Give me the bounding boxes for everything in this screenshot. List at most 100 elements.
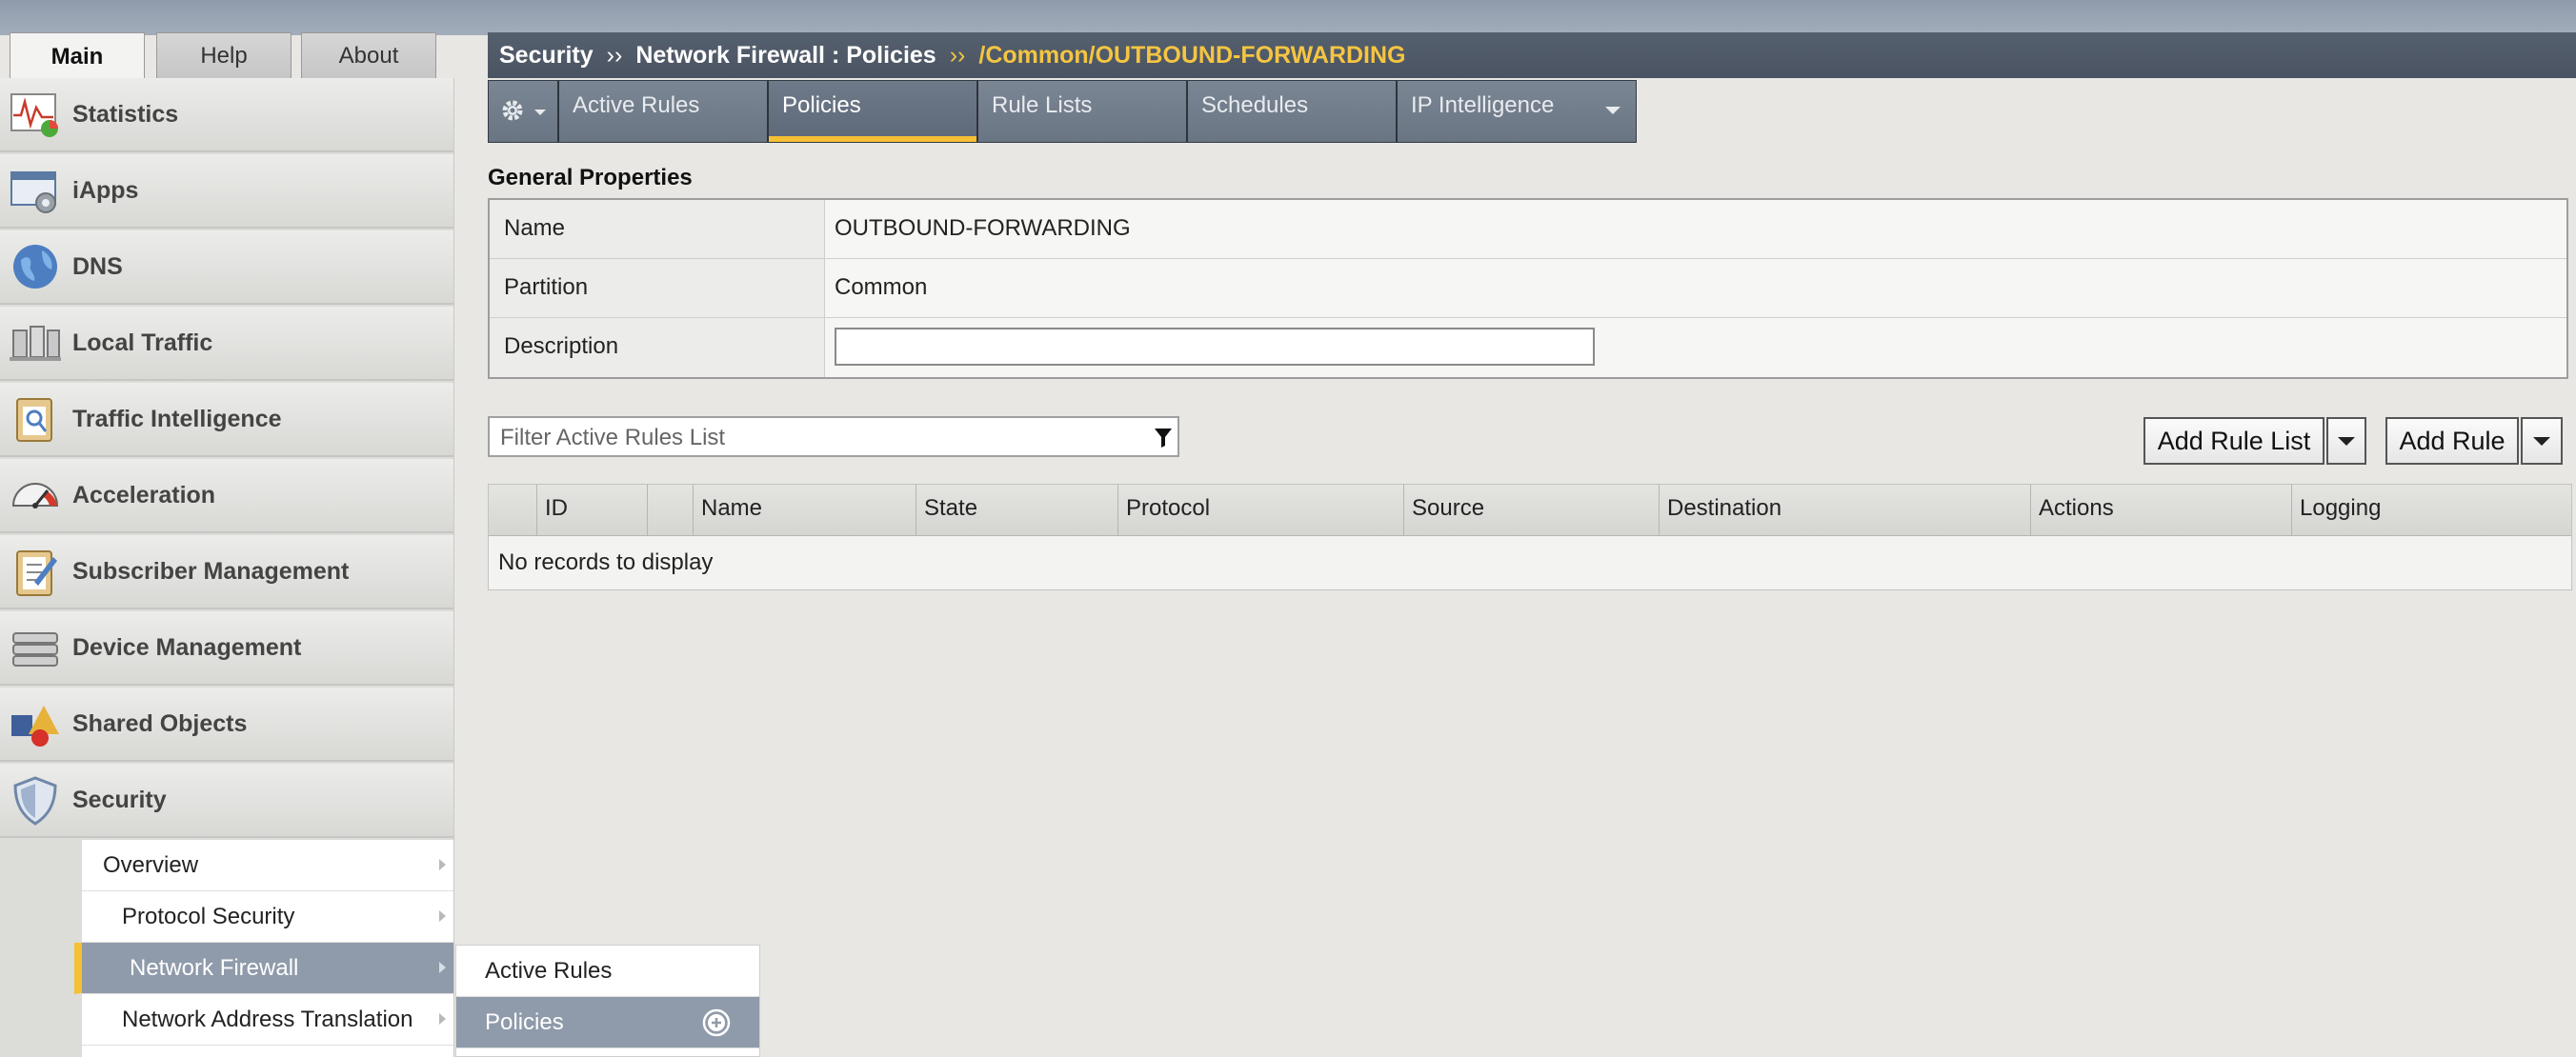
firewall-flyout: Active Rules Policies	[455, 945, 760, 1057]
filter-placeholder: Filter Active Rules List	[500, 425, 726, 450]
tab-about[interactable]: About	[301, 32, 436, 78]
sidebar: Statistics iApps DNS Local Traffic Traff…	[0, 78, 454, 1057]
filter-input[interactable]: Filter Active Rules List	[488, 416, 1179, 457]
breadcrumb-current: /Common/OUTBOUND-FORWARDING	[978, 41, 1406, 69]
sidebar-item-label: Traffic Intelligence	[72, 405, 282, 432]
flyout-policies[interactable]: Policies	[456, 997, 759, 1048]
rules-grid: ID Name State Protocol Source Destinatio…	[488, 484, 2572, 590]
subtab-bar: Active Rules Policies Rule Lists Schedul…	[488, 80, 1637, 143]
sidebar-item-label: Acceleration	[72, 481, 216, 509]
column-state[interactable]: State	[916, 485, 1117, 535]
chevron-down-icon	[1605, 107, 1620, 114]
column-id[interactable]: ID	[536, 485, 647, 535]
column-protocol[interactable]: Protocol	[1117, 485, 1403, 535]
property-row-description: Description	[490, 318, 2566, 377]
general-properties-table: Name OUTBOUND-FORWARDING Partition Commo…	[488, 198, 2568, 379]
sidebar-item-iapps[interactable]: iApps	[0, 154, 453, 229]
description-input[interactable]	[835, 328, 1595, 366]
local-traffic-icon	[8, 315, 63, 370]
property-label: Name	[490, 200, 825, 258]
iapps-icon	[8, 163, 63, 218]
sidebar-item-subscriber-management[interactable]: Subscriber Management	[0, 535, 453, 609]
gear-icon	[500, 98, 525, 130]
breadcrumb-section[interactable]: Security	[499, 42, 594, 70]
sidebar-item-label: iApps	[72, 176, 139, 204]
security-submenu: Overview Protocol Security Network Firew…	[74, 840, 453, 1057]
clipboard-icon	[8, 544, 63, 599]
sidebar-item-statistics[interactable]: Statistics	[0, 78, 453, 152]
column-blank	[647, 485, 693, 535]
submenu-overview[interactable]: Overview	[82, 840, 453, 891]
tab-policies[interactable]: Policies	[769, 81, 978, 142]
property-label: Description	[490, 318, 825, 377]
sidebar-item-traffic-intelligence[interactable]: Traffic Intelligence	[0, 383, 453, 457]
column-destination[interactable]: Destination	[1659, 485, 2030, 535]
chevron-down-icon	[2533, 436, 2550, 446]
chevron-right-icon	[439, 1013, 446, 1025]
column-name[interactable]: Name	[693, 485, 916, 535]
tab-rule-lists[interactable]: Rule Lists	[978, 81, 1188, 142]
speedometer-icon	[8, 468, 63, 523]
chevron-right-icon	[439, 859, 446, 870]
sidebar-item-label: Shared Objects	[72, 709, 248, 737]
property-row-name: Name OUTBOUND-FORWARDING	[490, 200, 2566, 259]
sidebar-item-dns[interactable]: DNS	[0, 230, 453, 305]
submenu-network-firewall[interactable]: Network Firewall	[74, 943, 453, 994]
settings-menu-button[interactable]	[489, 81, 559, 142]
chevron-down-icon	[2338, 436, 2355, 446]
tab-ip-intelligence[interactable]: IP Intelligence	[1398, 81, 1636, 142]
submenu-label: Network Firewall	[130, 954, 299, 981]
breadcrumb: Security ›› Network Firewall : Policies …	[488, 32, 2576, 78]
column-logging[interactable]: Logging	[2291, 485, 2571, 535]
sidebar-item-label: Security	[72, 786, 167, 813]
flyout-label: Active Rules	[485, 957, 613, 984]
column-source[interactable]: Source	[1403, 485, 1659, 535]
sidebar-item-device-management[interactable]: Device Management	[0, 611, 453, 686]
sidebar-item-label: Statistics	[72, 100, 179, 128]
tab-main[interactable]: Main	[10, 32, 145, 80]
device-icon	[8, 620, 63, 675]
column-select[interactable]	[489, 485, 536, 535]
property-value: OUTBOUND-FORWARDING	[835, 215, 1131, 241]
property-value: Common	[835, 274, 928, 300]
add-rule-list-button[interactable]: Add Rule List	[2143, 417, 2324, 465]
submenu-protocol-security[interactable]: Protocol Security	[82, 891, 453, 943]
add-rule-dropdown[interactable]	[2521, 417, 2563, 465]
submenu-label: Protocol Security	[122, 903, 295, 929]
sidebar-item-label: Local Traffic	[72, 329, 213, 356]
submenu-network-address-translation[interactable]: Network Address Translation	[82, 994, 453, 1046]
section-title: General Properties	[488, 165, 693, 190]
top-banner	[0, 0, 2576, 35]
dns-globe-icon	[8, 239, 63, 294]
chevron-right-icon	[439, 962, 446, 973]
flyout-active-rules[interactable]: Active Rules	[456, 946, 759, 997]
sidebar-item-acceleration[interactable]: Acceleration	[0, 459, 453, 533]
empty-message: No records to display	[498, 549, 714, 575]
shared-objects-icon	[8, 696, 63, 751]
add-rule-list-dropdown[interactable]	[2326, 417, 2366, 465]
grid-header: ID Name State Protocol Source Destinatio…	[489, 485, 2571, 536]
traffic-intelligence-icon	[8, 391, 63, 447]
tab-help[interactable]: Help	[156, 32, 292, 78]
property-row-partition: Partition Common	[490, 259, 2566, 318]
add-rule-button[interactable]: Add Rule	[2385, 417, 2519, 465]
tab-label: IP Intelligence	[1411, 92, 1555, 118]
breadcrumb-page[interactable]: Network Firewall : Policies	[635, 42, 936, 70]
add-circle-icon[interactable]	[702, 1008, 731, 1037]
sidebar-item-shared-objects[interactable]: Shared Objects	[0, 688, 453, 762]
sidebar-item-local-traffic[interactable]: Local Traffic	[0, 307, 453, 381]
submenu-label: Overview	[103, 851, 199, 878]
tab-schedules[interactable]: Schedules	[1188, 81, 1398, 142]
submenu-label: Network Address Translation	[122, 1006, 413, 1032]
shield-icon	[8, 772, 63, 828]
sidebar-item-label: Subscriber Management	[72, 557, 350, 585]
breadcrumb-separator: ››	[949, 41, 966, 69]
chevron-down-icon	[534, 110, 546, 115]
property-label: Partition	[490, 259, 825, 317]
sidebar-item-label: Device Management	[72, 633, 302, 661]
column-actions[interactable]: Actions	[2030, 485, 2291, 535]
tab-active-rules[interactable]: Active Rules	[559, 81, 769, 142]
statistics-icon	[8, 87, 63, 142]
filter-icon[interactable]	[1155, 428, 1172, 448]
sidebar-item-security[interactable]: Security	[0, 764, 453, 838]
